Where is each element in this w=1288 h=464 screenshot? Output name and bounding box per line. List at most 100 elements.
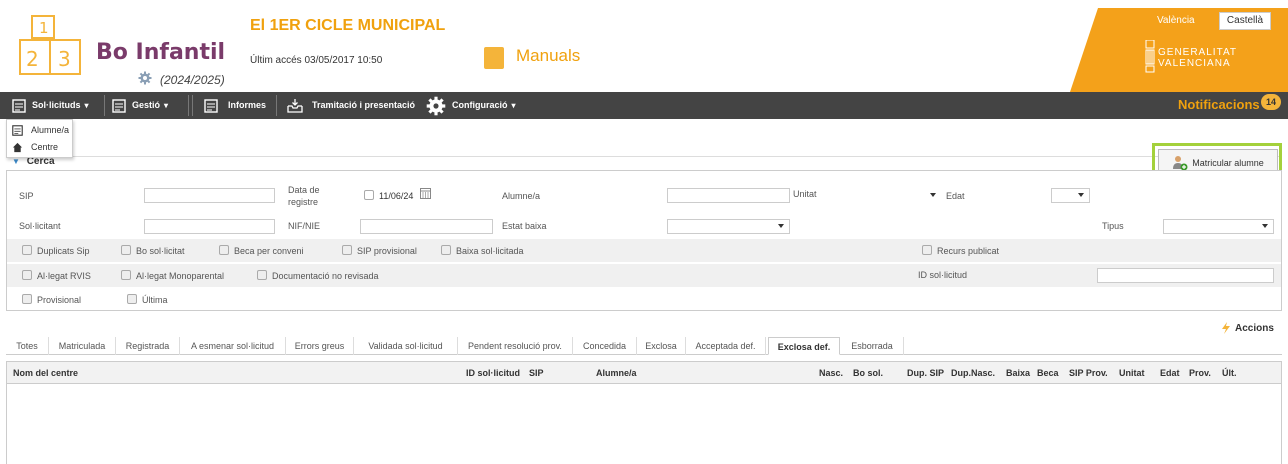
lang-valencia-link[interactable]: València (1157, 15, 1195, 26)
actions-menu[interactable]: Accions (1221, 322, 1274, 334)
home-icon (12, 142, 23, 152)
col-baixa[interactable]: Baixa (1006, 362, 1030, 384)
blocks-logo-icon: 1 2 3 (19, 15, 81, 75)
tab-pendent[interactable]: Pendent resolució prov. (458, 337, 573, 355)
type-label: Tipus (1102, 221, 1124, 231)
dup-sip-checkbox[interactable] (22, 245, 32, 255)
ultima-checkbox[interactable] (127, 294, 137, 304)
nif-label: NIF/NIE (288, 221, 321, 231)
col-sip-prov[interactable]: SIP Prov. (1069, 362, 1108, 384)
manuals-link[interactable]: Manuals (516, 46, 580, 66)
nav-gestio[interactable]: Gestió ▾ (112, 92, 168, 119)
notifications-count-badge[interactable]: 14 (1261, 94, 1281, 110)
nav-configuracio[interactable]: Configuració ▾ (426, 92, 516, 119)
student-input[interactable] (667, 188, 790, 203)
col-bo-sol[interactable]: Bo sol. (853, 362, 883, 384)
logo-digit-2: 2 (26, 47, 39, 71)
tab-errors-greus[interactable]: Errors greus (286, 337, 354, 355)
lang-castella-button[interactable]: Castellà (1219, 12, 1271, 30)
nav-sollicituds[interactable]: Sol·licituds ▾ (12, 92, 89, 119)
toolbar-row (6, 119, 1282, 157)
doc-no-rev-label: Documentació no revisada (272, 271, 379, 281)
tab-exclosa[interactable]: Exclosa (637, 337, 686, 355)
rvis-label: Al·legat RVIS (37, 271, 91, 281)
dropdown-item-centre[interactable]: Centre (12, 139, 58, 155)
dropdown-item-alumne[interactable]: Alumne/a (12, 122, 69, 138)
monoparental-checkbox[interactable] (121, 270, 131, 280)
book-icon[interactable] (484, 47, 504, 69)
doc-no-rev-checkbox[interactable] (257, 270, 267, 280)
status-tabs: Totes Matriculada Registrada A esmenar s… (6, 337, 1282, 355)
col-dup-sip[interactable]: Dup. SIP (907, 362, 944, 384)
unit-select[interactable] (899, 188, 942, 203)
tab-totes[interactable]: Totes (6, 337, 49, 355)
gva-name: GENERALITAT VALENCIANA (1158, 47, 1237, 69)
col-ultima[interactable]: Últ. (1222, 362, 1237, 384)
col-sip[interactable]: SIP (529, 362, 544, 384)
add-user-icon (1173, 156, 1188, 171)
inbox-tray-icon (287, 98, 303, 113)
request-id-input[interactable] (1097, 268, 1274, 283)
col-prov[interactable]: Prov. (1189, 362, 1211, 384)
nav-configuracio-label: Configuració (452, 100, 508, 110)
collapse-arrow-icon: ▼ (12, 157, 20, 166)
calendar-icon[interactable] (420, 187, 431, 199)
chevron-down-icon: ▾ (511, 101, 516, 110)
tab-esborrada[interactable]: Esborrada (841, 337, 904, 355)
tab-matriculada[interactable]: Matriculada (49, 337, 116, 355)
col-nasc[interactable]: Nasc. (819, 362, 843, 384)
beca-checkbox[interactable] (219, 245, 229, 255)
gva-name-line1: GENERALITAT (1158, 47, 1237, 58)
nav-divider (276, 95, 277, 116)
dropdown-item-alumne-label: Alumne/a (31, 125, 70, 135)
applicant-label: Sol·licitant (19, 221, 61, 231)
actions-label: Accions (1235, 322, 1274, 334)
gear-icon (138, 71, 152, 85)
registration-date-checkbox[interactable] (364, 190, 374, 200)
registration-date-value[interactable]: 11/06/24 (379, 191, 413, 201)
provisional-checkbox[interactable] (22, 294, 32, 304)
dropdown-item-centre-label: Centre (31, 142, 59, 152)
tab-exclosa-def[interactable]: Exclosa def. (768, 337, 840, 355)
sollicituds-dropdown: Alumne/a Centre (6, 119, 73, 158)
age-label: Edat (946, 191, 965, 201)
bo-sol-checkbox[interactable] (121, 245, 131, 255)
nav-divider (104, 95, 105, 116)
nav-informes[interactable]: Informes (204, 92, 266, 119)
brand-name: Bo Infantil (96, 40, 226, 65)
col-dup-nasc[interactable]: Dup.Nasc. (951, 362, 995, 384)
status-low-label: Estat baixa (502, 221, 547, 231)
sip-provisional-checkbox[interactable] (342, 245, 352, 255)
recurs-checkbox[interactable] (922, 245, 932, 255)
col-unitat[interactable]: Unitat (1119, 362, 1145, 384)
sip-input[interactable] (144, 188, 275, 203)
tab-acceptada-def[interactable]: Acceptada def. (686, 337, 766, 355)
age-select[interactable] (1051, 188, 1090, 203)
baixa-sol-checkbox[interactable] (441, 245, 451, 255)
col-edat[interactable]: Edat (1160, 362, 1180, 384)
brand-year: (2024/2025) (160, 73, 225, 87)
chevron-down-icon: ▾ (164, 101, 169, 110)
status-low-select[interactable] (667, 219, 790, 234)
sip-label: SIP (19, 191, 34, 201)
col-nom-centre[interactable]: Nom del centre (13, 362, 78, 384)
tab-registrada[interactable]: Registrada (116, 337, 180, 355)
rvis-checkbox[interactable] (22, 270, 32, 280)
tab-a-esmenar[interactable]: A esmenar sol·licitud (180, 337, 286, 355)
notifications-link[interactable]: Notificacions (1178, 97, 1260, 112)
provisional-label: Provisional (37, 295, 82, 305)
nif-input[interactable] (360, 219, 493, 234)
nav-tramitacio[interactable]: Tramitació i presentació (286, 92, 415, 119)
student-label: Alumne/a (502, 191, 541, 201)
type-select[interactable] (1163, 219, 1274, 234)
gva-name-line2: VALENCIANA (1158, 58, 1231, 69)
app-header: 1 2 3 Bo Infantil (2024/2025) El 1ER CIC… (0, 0, 1288, 92)
tab-validada[interactable]: Validada sol·licitud (354, 337, 458, 355)
form-icon (12, 98, 26, 113)
col-id-sollicitud[interactable]: ID sol·licitud (466, 362, 520, 384)
col-beca[interactable]: Beca (1037, 362, 1059, 384)
tab-concedida[interactable]: Concedida (573, 337, 637, 355)
col-alumne[interactable]: Alumne/a (596, 362, 637, 384)
gear-icon (426, 96, 446, 115)
applicant-input[interactable] (144, 219, 275, 234)
